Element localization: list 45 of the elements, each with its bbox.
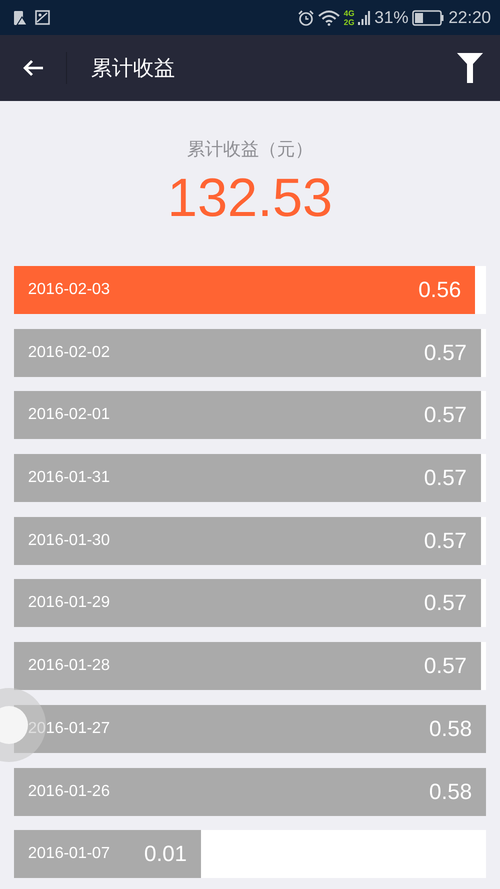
earnings-row[interactable]: 2016-02-01 0.57 [14,391,486,440]
back-arrow-icon [22,59,44,77]
earnings-row[interactable]: 2016-01-29 0.57 [14,579,486,628]
image-icon [35,10,50,25]
date-label: 2016-01-31 [28,469,110,488]
earnings-row[interactable]: 2016-02-03 0.56 [14,266,486,314]
date-label: 2016-02-03 [28,281,110,299]
network-type-label: 4G [344,8,354,18]
date-label: 2016-02-02 [28,344,110,362]
clock-time: 22:20 [448,8,491,28]
earnings-value: 0.57 [424,653,467,680]
total-earnings-label: 累计收益（元） [187,138,313,161]
total-earnings-amount: 132.53 [167,167,333,229]
date-label: 2016-01-30 [28,532,110,550]
earnings-row[interactable]: 2016-01-07 0.01 [14,830,486,878]
earnings-value: 0.01 [144,841,187,868]
earnings-row[interactable]: 2016-01-28 0.57 [14,642,486,690]
network-type-label: 2G [344,18,354,26]
filter-icon [457,53,483,83]
signal-icon [358,8,370,26]
wifi-icon [318,10,340,26]
alarm-clock-icon [298,10,314,26]
date-label: 2016-01-29 [28,594,110,612]
earnings-value: 0.57 [424,465,467,492]
date-label: 2016-02-01 [28,406,110,424]
battery-warning-icon [13,9,27,26]
earnings-value: 0.57 [424,402,467,428]
earnings-row[interactable]: 2016-01-31 0.57 [14,454,486,502]
earnings-value: 0.58 [429,716,472,742]
earnings-row[interactable]: 2016-01-26 0.58 [14,768,486,816]
date-label: 2016-01-28 [28,657,110,676]
date-label: 2016-01-27 [28,720,110,738]
earnings-value: 0.57 [424,528,467,554]
earnings-row[interactable]: 2016-01-30 0.57 [14,516,486,565]
earnings-row[interactable]: 2016-01-27 0.58 [14,704,486,753]
earnings-value: 0.56 [418,277,462,303]
date-label: 2016-01-26 [28,782,110,800]
earnings-value: 0.57 [424,340,467,366]
page-title: 累计收益 [91,55,176,82]
date-label: 2016-01-07 [28,845,110,864]
earnings-row[interactable]: 2016-02-02 0.57 [14,328,486,377]
earnings-value: 0.58 [429,778,472,804]
battery-percentage: 31% [374,8,408,28]
battery-icon [412,10,444,26]
earnings-value: 0.57 [424,590,467,616]
